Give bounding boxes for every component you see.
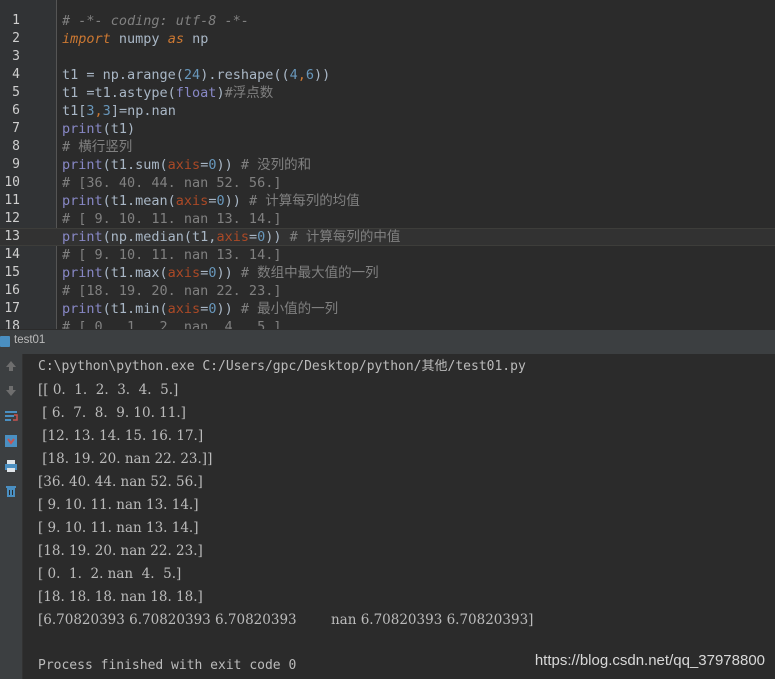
code-text: # -*- coding: utf-8 -*- [62,13,249,29]
code-text: print(t1.max(axis=0)) # 数组中最大值的一列 [62,265,379,281]
code-line[interactable]: 6 t1[3,3]=np.nan [0,102,775,120]
code-text: t1[3,3]=np.nan [62,103,176,119]
line-number: 5 [12,85,20,100]
line-number: 13 [4,229,20,244]
arrow-down-icon[interactable] [3,383,19,399]
code-line[interactable]: 4 t1 = np.arange(24).reshape((4,6)) [0,66,775,84]
run-panel-header: test01 [0,329,775,355]
line-number: 3 [12,49,20,64]
line-number: 6 [12,103,20,118]
code-text: import numpy as np [62,31,209,47]
code-text: t1 = np.arange(24).reshape((4,6)) [62,67,331,83]
code-line[interactable]: 17 print(t1.min(axis=0)) # 最小值的一列 [0,300,775,318]
code-text: print(t1.min(axis=0)) # 最小值的一列 [62,301,339,317]
line-number: 16 [4,283,20,298]
line-number: 10 [4,175,20,190]
code-line[interactable]: 1 # -*- coding: utf-8 -*- [0,12,775,30]
code-text: # [18. 19. 20. nan 22. 23.] [62,283,282,299]
code-text: t1 =t1.astype(float)#浮点数 [62,85,274,101]
code-line[interactable]: 5 t1 =t1.astype(float)#浮点数 [0,84,775,102]
line-number: 9 [12,157,20,172]
watermark: https://blog.csdn.net/qq_37978800 [534,652,765,669]
code-text: print(np.median(t1,axis=0)) # 计算每列的中值 [62,229,401,245]
arrow-up-icon[interactable] [3,358,19,374]
console-line: [[ 0. 1. 2. 3. 4. 5.] [38,382,179,398]
console-line: [ 9. 10. 11. nan 13. 14.] [38,520,199,536]
line-number: 4 [12,67,20,82]
line-number: 14 [4,247,20,262]
code-text: # [ 9. 10. 11. nan 13. 14.] [62,211,282,227]
soft-wrap-icon[interactable] [3,408,19,424]
run-tab-label[interactable]: test01 [14,334,45,346]
console-line: [ 9. 10. 11. nan 13. 14.] [38,497,199,513]
console-line: [36. 40. 44. nan 52. 56.] [38,474,203,490]
code-text: # [ 0. 1. 2. nan 4. 5.] [62,319,282,329]
line-number: 17 [4,301,20,316]
code-line[interactable]: 14 # [ 9. 10. 11. nan 13. 14.] [0,246,775,264]
line-number: 12 [4,211,20,226]
console-line: [ 6. 7. 8. 9. 10. 11.] [38,405,186,421]
line-number: 15 [4,265,20,280]
code-text: print(t1) [62,121,136,137]
code-text: # [ 9. 10. 11. nan 13. 14.] [62,247,282,263]
console-line: Process finished with exit code 0 [38,658,297,673]
code-line[interactable]: 12 # [ 9. 10. 11. nan 13. 14.] [0,210,775,228]
code-line[interactable]: 8 # 横行竖列 [0,138,775,156]
line-number: 11 [4,193,20,208]
line-number: 8 [12,139,20,154]
scroll-to-end-icon[interactable] [3,433,19,449]
console-line: [18. 19. 20. nan 22. 23.]] [38,451,213,467]
line-number: 18 [4,319,20,329]
console-line: [18. 19. 20. nan 22. 23.] [38,543,203,559]
code-line[interactable]: 2 import numpy as np [0,30,775,48]
code-line[interactable]: 7 print(t1) [0,120,775,138]
code-text: print(t1.mean(axis=0)) # 计算每列的均值 [62,193,360,209]
code-line[interactable]: 10 # [36. 40. 44. nan 52. 56.] [0,174,775,192]
code-text: print(t1.sum(axis=0)) # 没列的和 [62,157,312,173]
code-line[interactable]: 15 print(t1.max(axis=0)) # 数组中最大值的一列 [0,264,775,282]
code-editor[interactable]: 1 # -*- coding: utf-8 -*- 2 import numpy as… [0,0,775,329]
line-number: 7 [12,121,20,136]
line-number: 1 [12,13,20,28]
trash-icon[interactable] [3,483,19,499]
code-line[interactable]: 11 print(t1.mean(axis=0)) # 计算每列的均值 [0,192,775,210]
console-line: C:\python\python.exe C:/Users/gpc/Deskto… [38,359,526,374]
python-file-icon [0,336,10,347]
print-icon[interactable] [3,458,19,474]
run-toolbar [0,354,23,679]
code-line[interactable]: 3 [0,48,775,66]
console-line: [ 0. 1. 2. nan 4. 5.] [38,566,182,582]
code-text: # [36. 40. 44. nan 52. 56.] [62,175,282,191]
code-line[interactable]: 16 # [18. 19. 20. nan 22. 23.] [0,282,775,300]
code-text: # 横行竖列 [62,139,133,155]
console-line: [18. 18. 18. nan 18. 18.] [38,589,203,605]
code-line[interactable]: 9 print(t1.sum(axis=0)) # 没列的和 [0,156,775,174]
code-line[interactable]: 18 # [ 0. 1. 2. nan 4. 5.] [0,318,775,329]
line-number: 2 [12,31,20,46]
console-line: [12. 13. 14. 15. 16. 17.] [38,428,204,444]
console-output[interactable]: C:\python\python.exe C:/Users/gpc/Deskto… [23,354,775,679]
code-line[interactable]: 13 print(np.median(t1,axis=0)) # 计算每列的中值 [0,228,775,246]
console-line: [6.70820393 6.70820393 6.70820393 nan 6.… [38,612,534,628]
